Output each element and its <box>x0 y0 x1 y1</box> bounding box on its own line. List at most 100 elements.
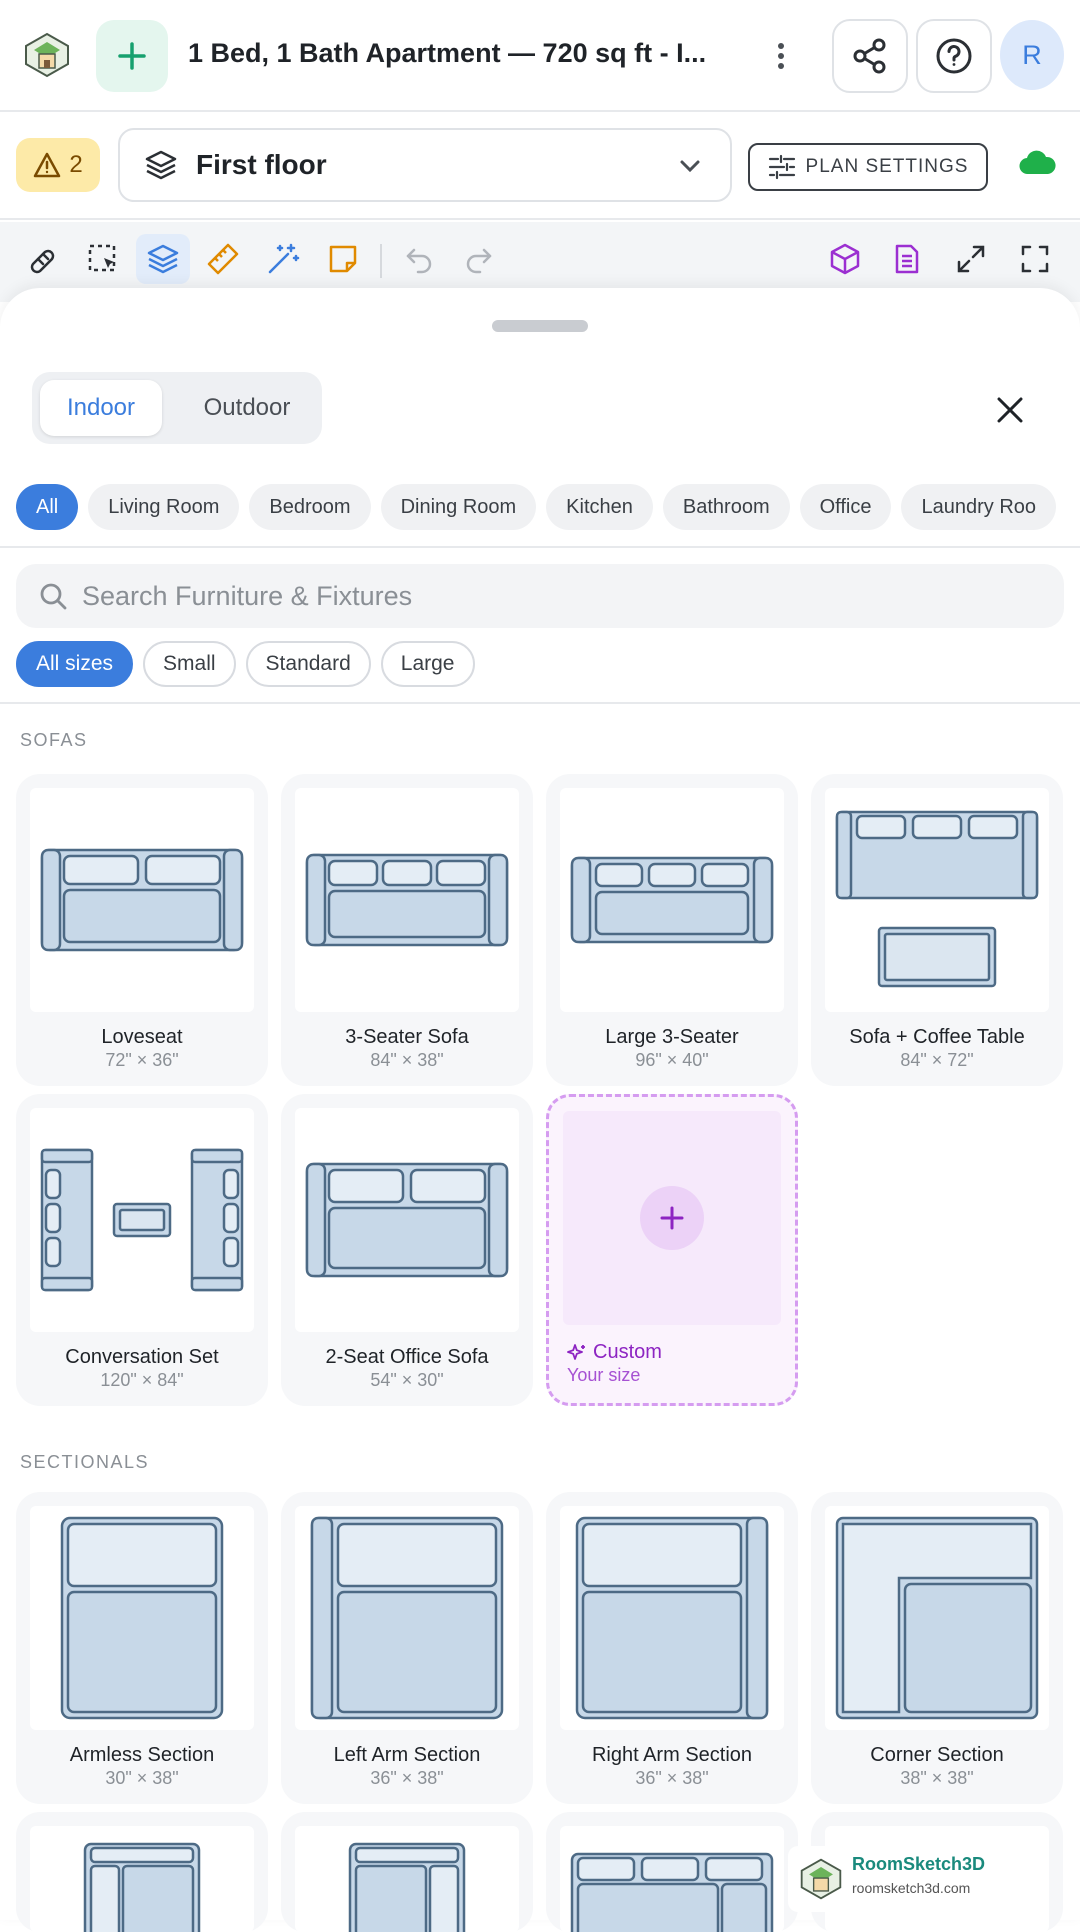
card-dimensions: 120" × 84" <box>100 1370 184 1390</box>
warnings-badge[interactable]: 2 <box>16 138 100 192</box>
furniture-card-corner-section[interactable]: Corner Section 38" × 38" <box>811 1492 1063 1804</box>
expand-icon <box>957 245 985 273</box>
tool-layers[interactable] <box>136 234 190 284</box>
undo-button[interactable] <box>392 234 446 284</box>
card-dimensions: 84" × 38" <box>370 1050 444 1070</box>
2-seat-office-sofa-thumbnail <box>295 1108 519 1332</box>
category-living-room[interactable]: Living Room <box>88 484 240 530</box>
share-button[interactable] <box>832 19 908 93</box>
card-name: 2-Seat Office Sofa <box>325 1346 489 1368</box>
category-bathroom[interactable]: Bathroom <box>662 484 790 530</box>
expand-button[interactable] <box>944 234 998 284</box>
furniture-card-partial[interactable] <box>16 1812 268 1932</box>
category-dining-room[interactable]: Dining Room <box>380 484 537 530</box>
tool-measure[interactable] <box>196 234 250 284</box>
fullscreen-button[interactable] <box>1008 234 1062 284</box>
sheet-drag-handle[interactable] <box>492 320 588 332</box>
tool-select[interactable] <box>76 234 130 284</box>
watermark-title: RoomSketch3D <box>852 1854 986 1874</box>
tool-wall-tape[interactable] <box>16 234 70 284</box>
cube-icon <box>830 243 860 275</box>
category-laundry-room[interactable]: Laundry Roo <box>901 484 1057 530</box>
size-filters: All sizes Small Standard Large <box>16 641 475 687</box>
undo-icon <box>406 248 432 274</box>
redo-icon <box>466 248 492 274</box>
layers-icon <box>147 244 179 274</box>
card-dimensions: 30" × 38" <box>105 1768 179 1788</box>
close-icon[interactable] <box>990 390 1030 430</box>
app-logo-icon[interactable] <box>22 30 72 80</box>
search-placeholder: Search Furniture & Fixtures <box>82 580 413 611</box>
card-name: Large 3-Seater <box>605 1026 739 1048</box>
furniture-card-3-seater-sofa[interactable]: 3-Seater Sofa 84" × 38" <box>281 774 533 1086</box>
tool-magic[interactable] <box>256 234 310 284</box>
conversation-set-thumbnail <box>30 1108 254 1332</box>
card-name: Corner Section <box>870 1744 1004 1766</box>
furniture-card-loveseat[interactable]: Loveseat 72" × 36" <box>16 774 268 1086</box>
help-button[interactable] <box>916 19 992 93</box>
floor-label: First floor <box>196 149 327 180</box>
card-name: Conversation Set <box>65 1346 219 1368</box>
furniture-card-left-arm-section[interactable]: Left Arm Section 36" × 38" <box>281 1492 533 1804</box>
category-chips: All Living Room Bedroom Dining Room Kitc… <box>16 484 1080 534</box>
ruler-icon <box>207 243 239 275</box>
layers-icon <box>145 150 177 180</box>
partial-thumbnail <box>295 1826 519 1932</box>
watermark: RoomSketch3D roomsketch3d.com <box>788 1846 1038 1912</box>
card-name: Left Arm Section <box>333 1744 481 1766</box>
tape-icon <box>30 249 55 274</box>
tab-indoor[interactable]: Indoor <box>40 380 162 436</box>
furniture-card-custom[interactable]: Custom Your size <box>546 1094 798 1406</box>
loveseat-thumbnail <box>30 788 254 1012</box>
furniture-card-armless-section[interactable]: Armless Section 30" × 38" <box>16 1492 268 1804</box>
floor-bar: 2 First floor PLAN SETTINGS <box>0 112 1080 220</box>
report-button[interactable] <box>880 234 934 284</box>
avatar[interactable]: R <box>1000 20 1064 90</box>
furniture-card-2-seat-office-sofa[interactable]: 2-Seat Office Sofa 54" × 30" <box>281 1094 533 1406</box>
card-name: 3-Seater Sofa <box>345 1026 469 1048</box>
floor-selector[interactable]: First floor <box>118 128 732 202</box>
tool-note[interactable] <box>316 234 370 284</box>
furniture-card-sofa-coffee-table[interactable]: Sofa + Coffee Table 84" × 72" <box>811 774 1063 1086</box>
size-standard[interactable]: Standard <box>245 641 371 687</box>
project-title[interactable]: 1 Bed, 1 Bath Apartment — 720 sq ft - I.… <box>188 38 738 69</box>
redo-button[interactable] <box>452 234 506 284</box>
custom-thumbnail <box>563 1111 781 1325</box>
size-large[interactable]: Large <box>380 641 475 687</box>
card-dimensions: 84" × 72" <box>900 1050 974 1070</box>
sticky-note-icon <box>329 245 357 273</box>
tab-outdoor[interactable]: Outdoor <box>182 380 312 436</box>
view-3d-button[interactable] <box>818 234 872 284</box>
category-bedroom[interactable]: Bedroom <box>249 484 371 530</box>
plan-settings-button[interactable]: PLAN SETTINGS <box>748 143 988 191</box>
size-small[interactable]: Small <box>143 641 236 687</box>
category-office[interactable]: Office <box>799 484 892 530</box>
cloud-sync-icon[interactable] <box>1018 150 1056 176</box>
furniture-card-partial[interactable] <box>281 1812 533 1932</box>
card-dimensions: 38" × 38" <box>900 1768 974 1788</box>
help-icon <box>936 38 972 74</box>
more-options-icon[interactable] <box>766 36 796 76</box>
add-button[interactable] <box>96 20 168 92</box>
card-dimensions: 96" × 40" <box>635 1050 709 1070</box>
toolbar-divider <box>380 244 382 278</box>
select-icon <box>88 244 116 272</box>
size-all[interactable]: All sizes <box>16 641 134 687</box>
furniture-card-right-arm-section[interactable]: Right Arm Section 36" × 38" <box>546 1492 798 1804</box>
furniture-card-partial[interactable] <box>546 1812 798 1932</box>
top-bar: 1 Bed, 1 Bath Apartment — 720 sq ft - I.… <box>0 0 1080 112</box>
category-kitchen[interactable]: Kitchen <box>546 484 653 530</box>
category-all[interactable]: All <box>16 484 79 530</box>
large-3-seater-thumbnail <box>560 788 784 1012</box>
search-input[interactable]: Search Furniture & Fixtures <box>16 564 1064 628</box>
furniture-sheet: Indoor Outdoor All Living Room Bedroom D… <box>0 288 1080 1932</box>
corner-section-thumbnail <box>825 1506 1049 1730</box>
armless-section-thumbnail <box>30 1506 254 1730</box>
divider <box>0 546 1080 548</box>
furniture-card-large-3-seater[interactable]: Large 3-Seater 96" × 40" <box>546 774 798 1086</box>
sparkle-icon <box>567 1343 585 1360</box>
custom-dimensions: Your size <box>567 1365 641 1385</box>
sofa-coffee-table-thumbnail <box>825 788 1049 1012</box>
furniture-card-conversation-set[interactable]: Conversation Set 120" × 84" <box>16 1094 268 1406</box>
app-logo-icon <box>800 1858 842 1900</box>
